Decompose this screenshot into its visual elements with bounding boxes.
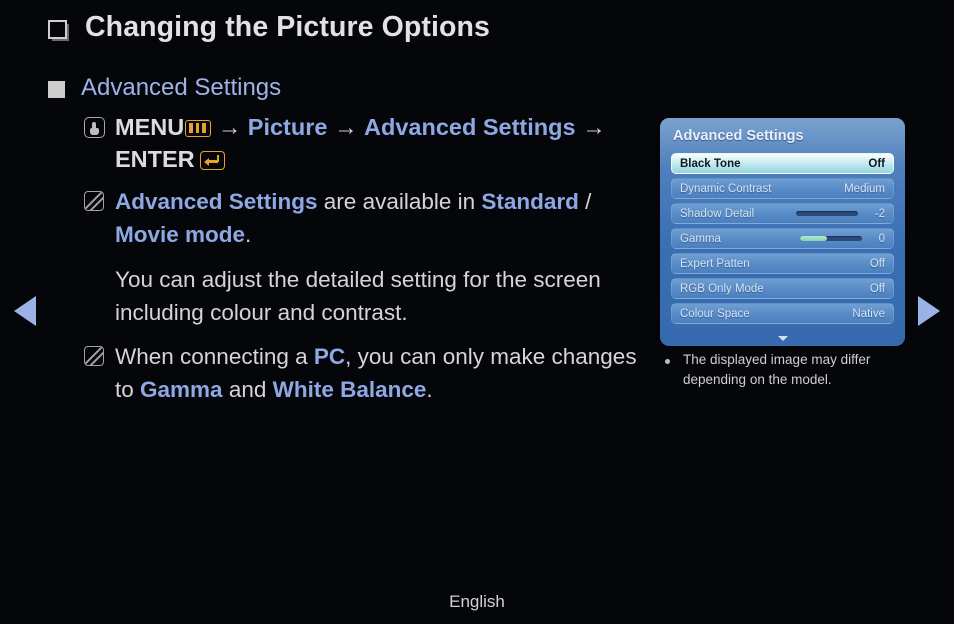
osd-row-label: Black Tone	[680, 157, 741, 170]
menu-key-icon	[185, 120, 212, 137]
osd-row[interactable]: Expert Patten Off	[671, 253, 894, 274]
footer-language: English	[449, 592, 505, 611]
osd-row[interactable]: Black Tone Off	[671, 153, 894, 174]
osd-scroll-more[interactable]	[671, 328, 894, 346]
osd-row-label: Gamma	[680, 232, 721, 245]
note-1-part-4: /	[578, 188, 592, 214]
note-pencil-icon	[84, 190, 104, 211]
menu-label: MENU	[115, 114, 185, 140]
note-1-text: Advanced Settings are available in Stand…	[115, 186, 656, 251]
osd-row[interactable]: Gamma 0	[671, 228, 894, 249]
path-arrow-2: →	[333, 114, 358, 140]
osd-row-value: -2	[874, 207, 885, 220]
hand-press-icon	[84, 117, 105, 138]
section-heading: Advanced Settings	[48, 72, 281, 104]
osd-row-value: Off	[869, 282, 885, 295]
page-title-text: Changing the Picture Options	[85, 11, 490, 43]
path-step-advanced-settings: Advanced Settings	[364, 114, 576, 140]
osd-row[interactable]: RGB Only Mode Off	[671, 278, 894, 299]
osd-row[interactable]: Colour Space Native	[671, 303, 894, 324]
osd-row-slider[interactable]	[799, 236, 862, 241]
osd-title: Advanced Settings	[673, 128, 804, 144]
osd-row-label: RGB Only Mode	[680, 282, 764, 295]
panel-caption-text: The displayed image may differ depending…	[683, 352, 871, 387]
osd-slider-fill	[799, 236, 828, 241]
osd-row-label: Colour Space	[680, 307, 750, 320]
menu-path-icon-cell	[84, 112, 115, 143]
note-1-part-5: Movie mode	[115, 221, 246, 247]
note-1-part-2: are available in	[317, 188, 482, 214]
path-arrow-3: →	[582, 114, 606, 140]
osd-row-label: Dynamic Contrast	[680, 182, 772, 195]
path-step-picture: Picture	[247, 114, 328, 140]
hollow-square-bullet-icon	[48, 20, 67, 39]
osd-row-value: Off	[868, 157, 885, 170]
menu-path-row: MENU → Picture → Advanced Settings → ENT…	[84, 112, 656, 176]
menu-path-text: MENU → Picture → Advanced Settings → ENT…	[115, 112, 656, 176]
note-2-part-5: and	[222, 376, 273, 402]
note-2-text: When connecting a PC, you can only make …	[115, 341, 656, 406]
note-2-part-7: .	[426, 376, 433, 402]
solid-square-bullet-icon	[48, 81, 65, 98]
enter-key-icon	[199, 150, 225, 170]
note-2-icon-cell	[84, 341, 115, 371]
osd-row-value: Native	[852, 307, 885, 320]
next-page-arrow[interactable]	[918, 296, 940, 326]
previous-page-arrow[interactable]	[14, 296, 36, 326]
osd-row-label: Shadow Detail	[680, 207, 755, 220]
osd-row-value: Medium	[844, 182, 885, 195]
panel-caption: The displayed image may differ depending…	[660, 350, 910, 389]
note-2-part-1: When connecting a	[115, 344, 314, 370]
chevron-down-icon	[777, 336, 788, 341]
body-paragraph: You can adjust the detailed setting for …	[115, 267, 601, 326]
note-2-part-6: White Balance	[272, 376, 427, 402]
enter-label: ENTER	[115, 145, 195, 172]
content-column: MENU → Picture → Advanced Settings → ENT…	[84, 112, 656, 411]
osd-row-value: Off	[869, 257, 885, 270]
osd-row[interactable]: Shadow Detail -2	[671, 203, 894, 224]
osd-row-list: Black Tone Off Dynamic Contrast Medium Shado…	[671, 153, 894, 324]
note-1-part-3: Standard	[481, 188, 579, 214]
note-1-icon-cell	[84, 186, 115, 216]
osd-row-value: 0	[878, 232, 885, 245]
osd-row-slider[interactable]	[795, 211, 858, 216]
note-1-part-6: .	[245, 221, 252, 247]
note-2-part-2: PC	[313, 344, 346, 370]
note-2-part-4: Gamma	[140, 376, 223, 402]
note-1-part-1: Advanced Settings	[115, 188, 318, 214]
page-title: Changing the Picture Options	[48, 8, 490, 46]
note-pencil-icon	[84, 346, 104, 367]
note-row-1: Advanced Settings are available in Stand…	[84, 186, 656, 251]
note-row-2: When connecting a PC, you can only make …	[84, 341, 656, 406]
osd-row[interactable]: Dynamic Contrast Medium	[671, 178, 894, 199]
tv-osd-panel: Advanced Settings Black Tone Off Dynamic C…	[660, 118, 905, 346]
path-arrow-1: →	[217, 114, 242, 140]
section-heading-text: Advanced Settings	[81, 74, 282, 101]
osd-row-label: Expert Patten	[680, 257, 750, 270]
bullet-dot-icon	[665, 359, 670, 364]
